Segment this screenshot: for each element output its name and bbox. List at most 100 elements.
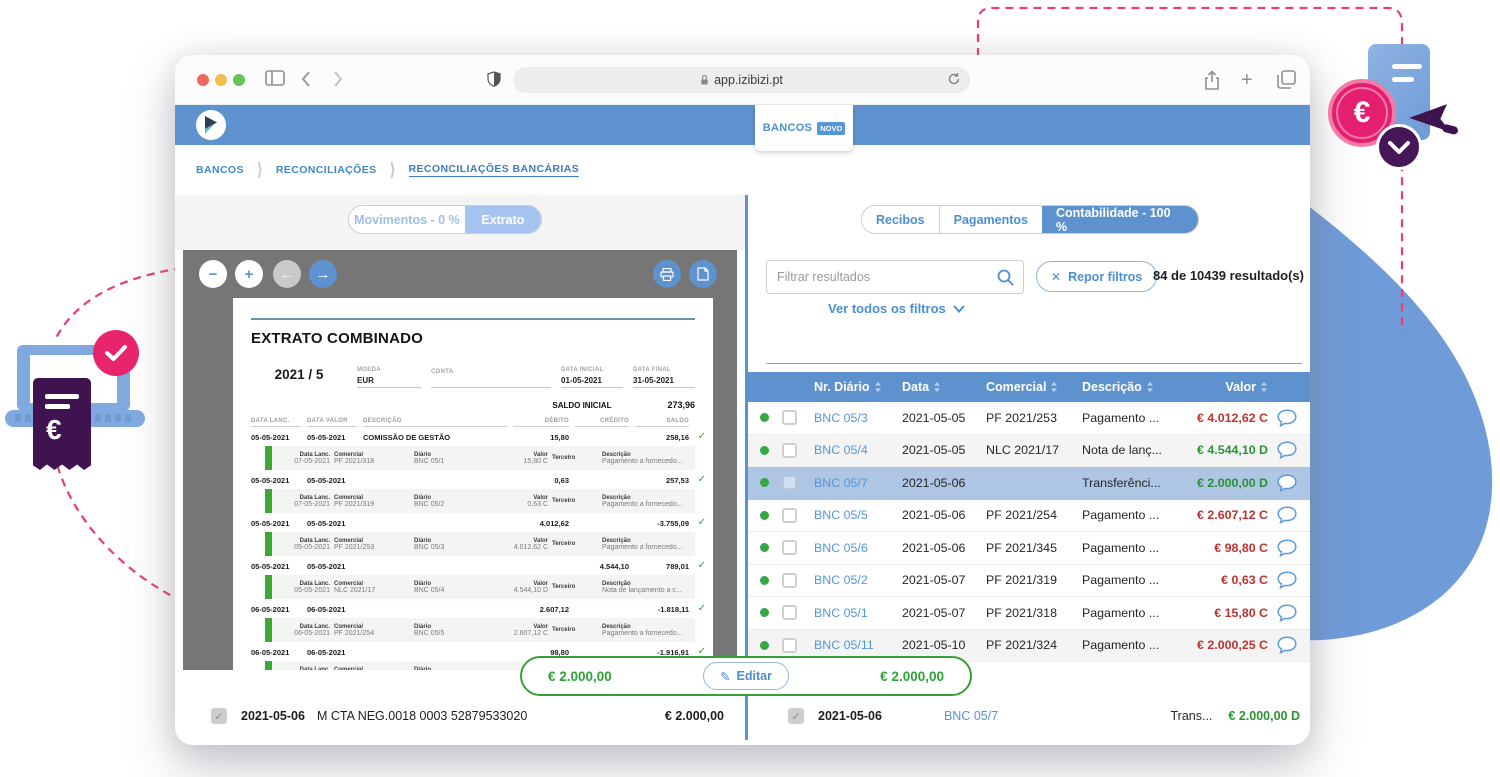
- row-checkbox[interactable]: [782, 475, 797, 490]
- comment-bubble-icon[interactable]: [1272, 474, 1302, 492]
- field-value-data-final: 31-05-2021: [633, 373, 695, 388]
- sort-icon: [1146, 381, 1154, 393]
- table-row[interactable]: BNC 05/4 2021-05-05 NLC 2021/17 Nota de …: [748, 435, 1310, 468]
- movement-amount: € 2.000,00: [665, 709, 724, 723]
- comment-bubble-icon[interactable]: [1272, 604, 1302, 622]
- entry-valor: € 4.544,10 D: [1174, 443, 1272, 457]
- breadcrumb-reconciliacoes-bancarias[interactable]: RECONCILIAÇÕES BANCÁRIAS: [409, 163, 580, 177]
- laptop-illustration: €: [5, 330, 160, 460]
- entry-number-link[interactable]: BNC 05/1: [814, 606, 902, 620]
- entry-valor: € 15,80 C: [1174, 606, 1272, 620]
- zoom-out-button[interactable]: −: [199, 260, 227, 288]
- tab-pagamentos[interactable]: Pagamentos: [939, 206, 1042, 233]
- back-icon[interactable]: [301, 70, 311, 88]
- row-checkbox[interactable]: [782, 573, 797, 588]
- toggle-movimentos[interactable]: Movimentos - 0 %: [349, 206, 465, 233]
- entry-descricao: Nota de lanç...: [1082, 443, 1174, 457]
- sidebar-icon[interactable]: [265, 70, 285, 86]
- next-page-button[interactable]: →: [309, 260, 337, 288]
- status-dot: [760, 511, 769, 520]
- entry-comercial: PF 2021/319: [986, 573, 1082, 587]
- table-row[interactable]: BNC 05/7 2021-05-06 Transferênci... € 2.…: [748, 467, 1310, 500]
- previous-page-button[interactable]: ←: [273, 260, 301, 288]
- shield-icon[interactable]: [485, 69, 503, 90]
- comment-bubble-icon[interactable]: [1272, 636, 1302, 654]
- tabs-overview-icon[interactable]: [1277, 70, 1296, 89]
- statement-row-detail: Data Lanc.07-05-2021 ComercialPF 2021/31…: [265, 446, 695, 470]
- app-header: BANCOS NOVO: [175, 105, 1310, 145]
- column-nr-diario[interactable]: Nr. Diário: [814, 380, 902, 394]
- print-button[interactable]: [653, 260, 681, 288]
- entry-number-link[interactable]: BNC 05/4: [814, 443, 902, 457]
- reconciled-bar: [265, 532, 272, 556]
- entry-number-link[interactable]: BNC 05/2: [814, 573, 902, 587]
- comment-bubble-icon[interactable]: [1272, 571, 1302, 589]
- selected-movement-row[interactable]: ✓ 2021-05-06 M CTA NEG.0018 0003 5287953…: [211, 700, 724, 732]
- comment-bubble-icon[interactable]: [1272, 506, 1302, 524]
- table-row[interactable]: BNC 05/3 2021-05-05 PF 2021/253 Pagament…: [748, 402, 1310, 435]
- comment-bubble-icon[interactable]: [1272, 539, 1302, 557]
- entry-number-link[interactable]: BNC 05/11: [814, 638, 902, 652]
- selected-checkbox[interactable]: ✓: [211, 708, 227, 724]
- breadcrumb-reconciliacoes[interactable]: RECONCILIAÇÕES: [276, 164, 377, 176]
- reload-icon[interactable]: [947, 72, 961, 86]
- new-tab-icon[interactable]: +: [1241, 69, 1253, 92]
- comment-bubble-icon[interactable]: [1272, 409, 1302, 427]
- field-value-conta: [431, 375, 551, 388]
- lock-icon: [700, 74, 709, 86]
- edit-button[interactable]: ✎ Editar: [703, 662, 789, 690]
- entry-comercial: PF 2021/324: [986, 638, 1082, 652]
- filter-input[interactable]: [766, 260, 1024, 294]
- tab-contabilidade[interactable]: Contabilidade - 100 %: [1042, 206, 1198, 233]
- breadcrumb-bancos[interactable]: BANCOS: [196, 164, 244, 176]
- share-icon[interactable]: [1203, 70, 1221, 91]
- column-comercial[interactable]: Comercial: [986, 380, 1082, 394]
- table-rows: BNC 05/3 2021-05-05 PF 2021/253 Pagament…: [748, 402, 1310, 662]
- selected-entry-row[interactable]: ✓ 2021-05-06 BNC 05/7 Trans... € 2.000,0…: [788, 700, 1300, 732]
- row-checkbox[interactable]: [782, 508, 797, 523]
- row-checkbox[interactable]: [782, 638, 797, 653]
- row-checkbox[interactable]: [782, 605, 797, 620]
- row-checkbox[interactable]: [782, 410, 797, 425]
- forward-icon[interactable]: [333, 70, 343, 88]
- column-data[interactable]: Data: [902, 380, 986, 394]
- entry-number-link[interactable]: BNC 05/5: [814, 508, 902, 522]
- close-window-button[interactable]: [197, 74, 209, 86]
- entry-number-link[interactable]: BNC 05/3: [814, 411, 902, 425]
- tab-recibos[interactable]: Recibos: [862, 206, 939, 233]
- address-bar[interactable]: app.izibizi.pt: [513, 67, 970, 93]
- column-valor[interactable]: Valor: [1174, 380, 1272, 394]
- comment-bubble-icon[interactable]: [1272, 441, 1302, 459]
- tab-bancos[interactable]: BANCOS NOVO: [755, 105, 853, 151]
- reconciled-bar: [265, 575, 272, 599]
- row-checkbox[interactable]: [782, 443, 797, 458]
- table-row[interactable]: BNC 05/5 2021-05-06 PF 2021/254 Pagament…: [748, 500, 1310, 533]
- entry-number-link[interactable]: BNC 05/7: [944, 709, 998, 723]
- column-descricao[interactable]: Descrição: [1082, 380, 1174, 394]
- export-pdf-button[interactable]: [689, 260, 717, 288]
- entry-number-link[interactable]: BNC 05/7: [814, 476, 902, 490]
- table-row[interactable]: BNC 05/2 2021-05-07 PF 2021/319 Pagament…: [748, 565, 1310, 598]
- sort-icon: [1050, 381, 1058, 393]
- entry-date: 2021-05-06: [902, 541, 986, 555]
- tab-bancos-label: BANCOS: [763, 122, 812, 134]
- selected-checkbox[interactable]: ✓: [788, 708, 804, 724]
- reset-filters-button[interactable]: ✕ Repor filtros: [1036, 261, 1157, 292]
- toggle-extrato[interactable]: Extrato: [465, 206, 541, 233]
- search-icon[interactable]: [996, 268, 1015, 287]
- table-row[interactable]: BNC 05/6 2021-05-06 PF 2021/345 Pagament…: [748, 532, 1310, 565]
- chevron-down-icon: [953, 305, 965, 313]
- table-header: Nr. Diário Data Comercial Descrição Valo…: [748, 372, 1310, 402]
- zoom-window-button[interactable]: [233, 74, 245, 86]
- show-all-filters-link[interactable]: Ver todos os filtros: [828, 301, 965, 316]
- minimize-window-button[interactable]: [215, 74, 227, 86]
- zoom-in-button[interactable]: +: [235, 260, 263, 288]
- euro-icon: €: [1354, 96, 1371, 130]
- status-dot: [760, 641, 769, 650]
- entry-descricao: Pagamento ...: [1082, 573, 1174, 587]
- table-row[interactable]: BNC 05/1 2021-05-07 PF 2021/318 Pagament…: [748, 597, 1310, 630]
- reconciled-check-icon: ✓: [698, 431, 706, 442]
- document-fields: 2021 / 5 MOEDA EUR CONTA DATA INICIAL: [251, 367, 695, 388]
- row-checkbox[interactable]: [782, 540, 797, 555]
- entry-number-link[interactable]: BNC 05/6: [814, 541, 902, 555]
